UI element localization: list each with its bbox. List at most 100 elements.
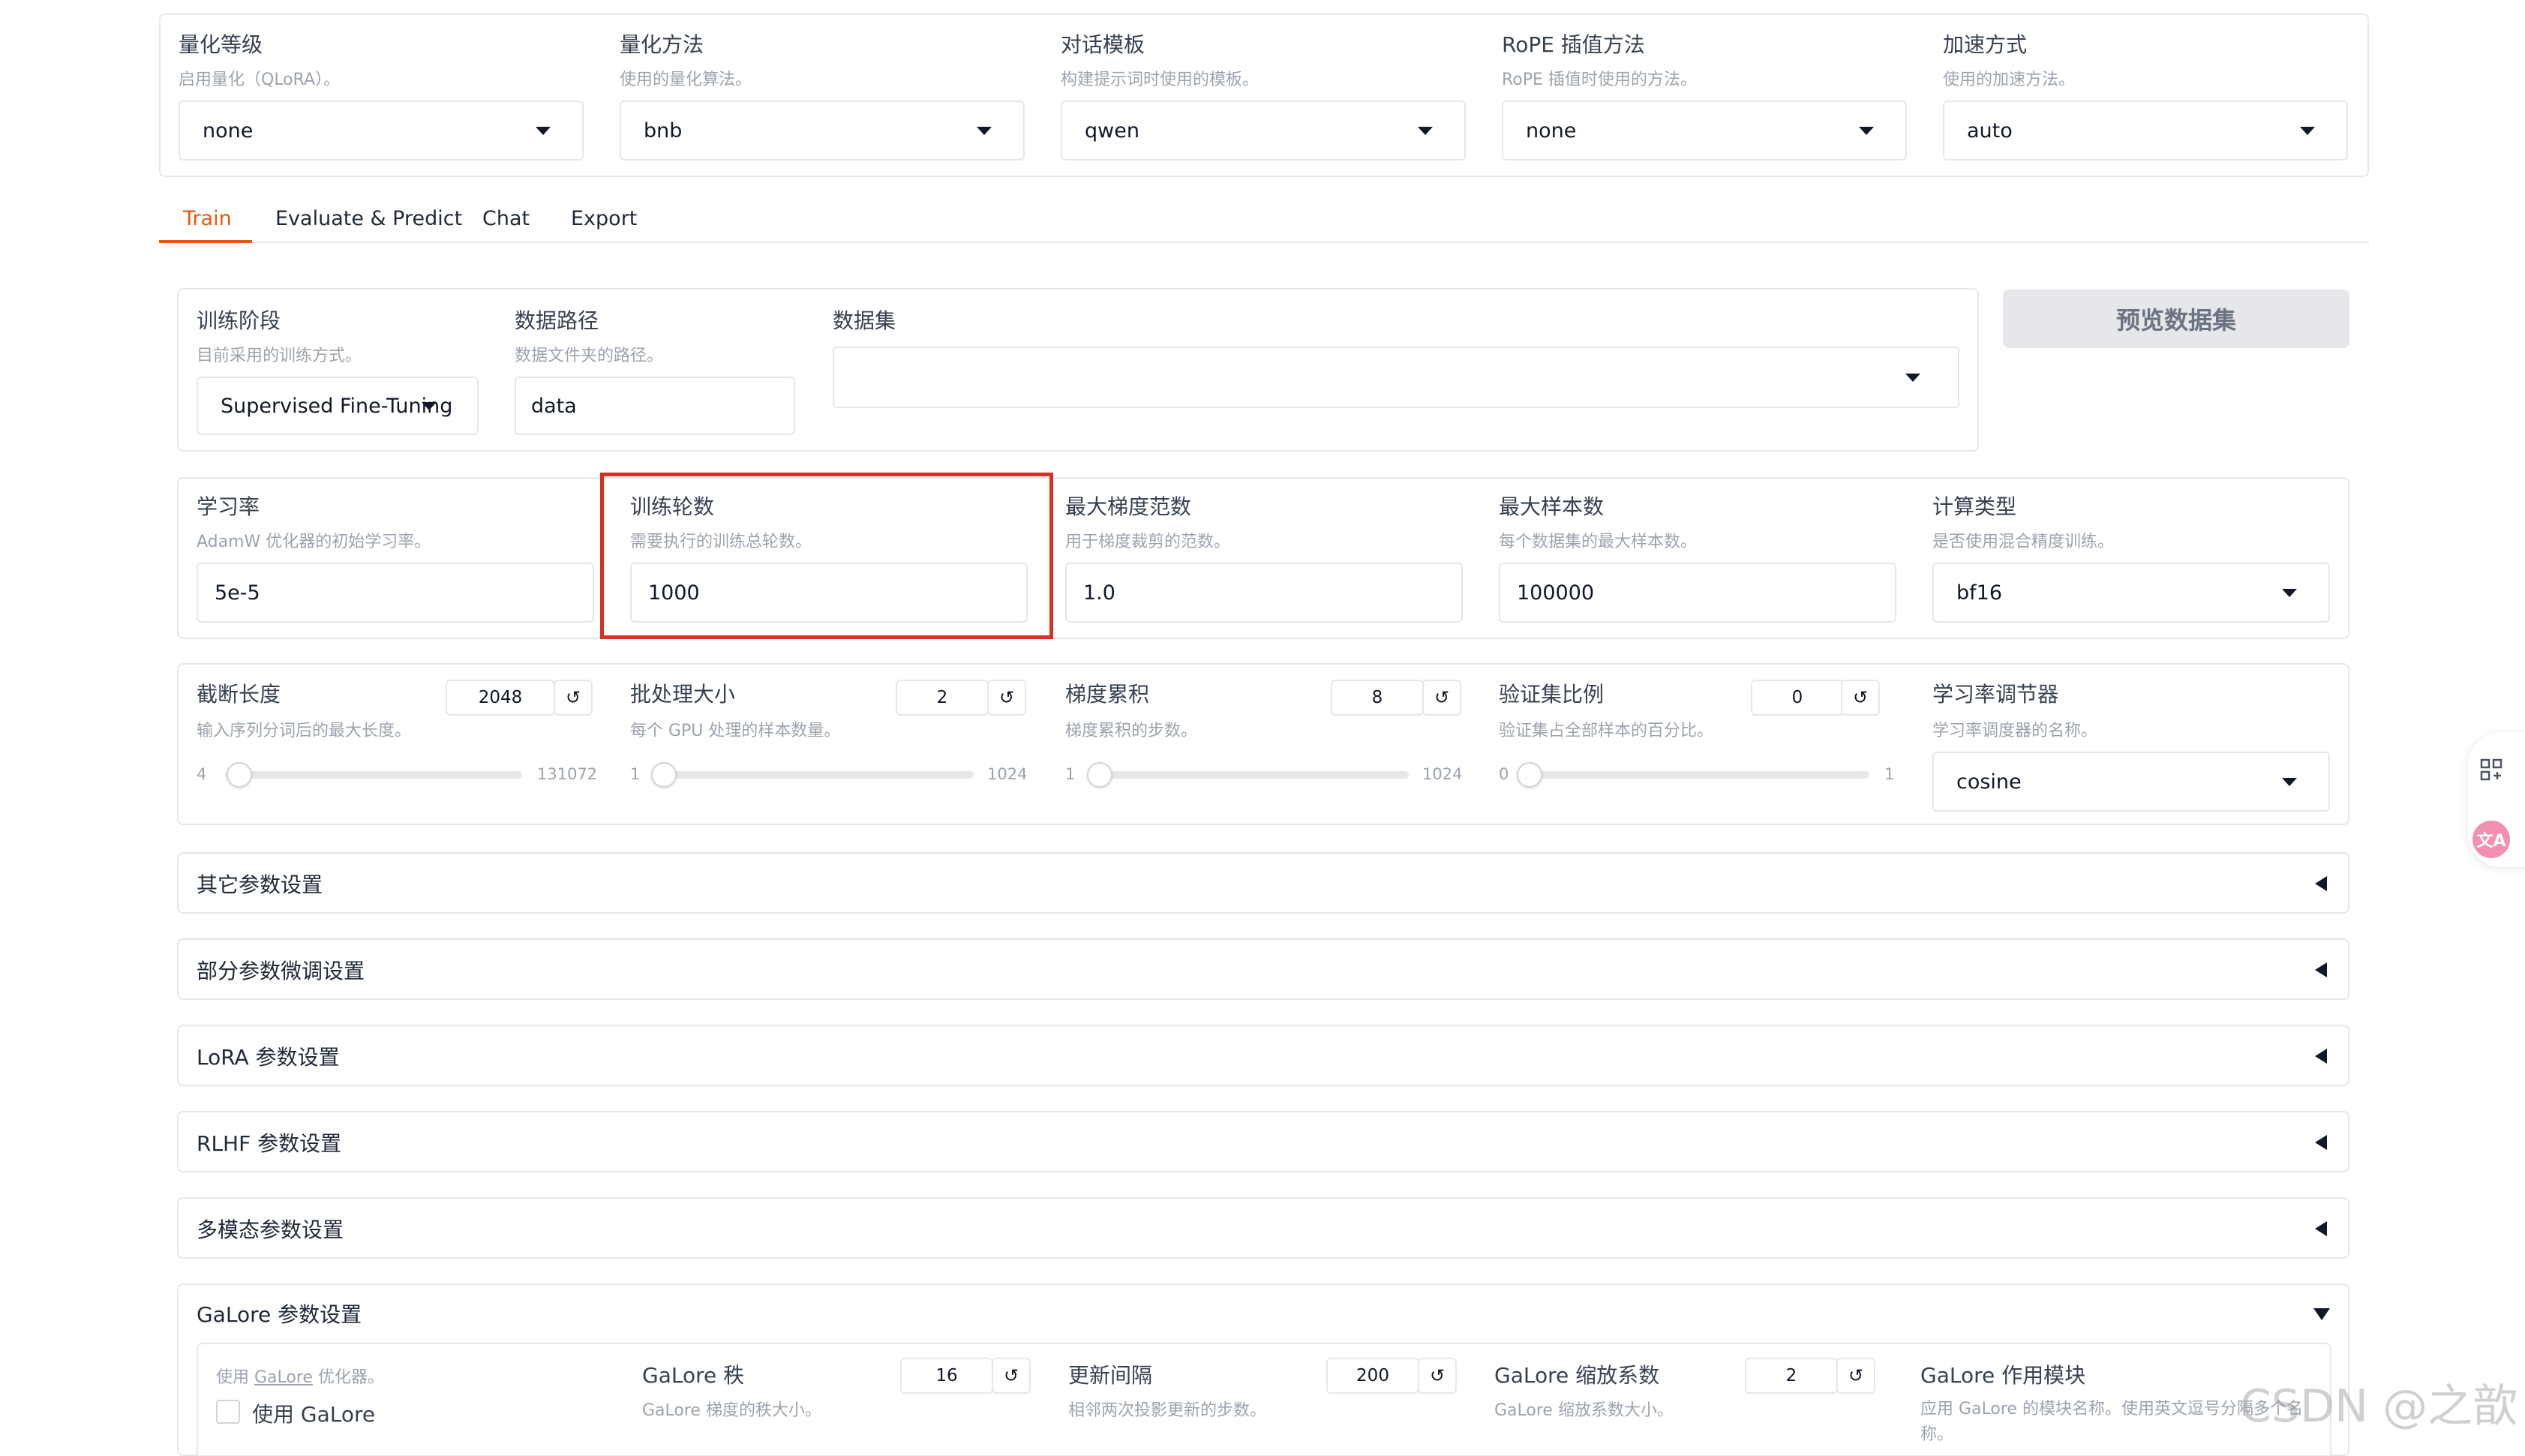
data-path-info: 数据文件夹的路径。 (515, 347, 664, 365)
use-galore-checkbox[interactable] (216, 1400, 240, 1424)
compute-type-info: 是否使用混合精度训练。 (1932, 533, 2115, 551)
galore-interval-info: 相邻两次投影更新的步数。 (1068, 1401, 1267, 1420)
cutoff-len-thumb[interactable] (226, 762, 252, 788)
quant-method-value: bnb (644, 119, 683, 143)
val-size-number[interactable]: 0 (1751, 680, 1844, 716)
quant-level-value: none (203, 119, 254, 143)
stage-label: 训练阶段 (197, 308, 281, 333)
chevron-down-icon (1859, 127, 1874, 135)
compute-type-select[interactable]: bf16 (1932, 563, 2330, 623)
cutoff-len-label: 截断长度 (197, 682, 281, 707)
max-samples-label: 最大样本数 (1499, 494, 1605, 519)
tab-train-underline (159, 240, 252, 243)
watermark: CSDN @之歆 (2240, 1380, 2518, 1433)
tab-chat[interactable]: Chat (482, 207, 530, 230)
galore-interval-reset-button[interactable]: ↺ (1418, 1358, 1457, 1394)
stage-info: 目前采用的训练方式。 (197, 347, 362, 365)
grad-accum-info: 梯度累积的步数。 (1065, 722, 1198, 740)
learning-rate-input[interactable]: 5e-5 (197, 563, 594, 623)
rope-info: RoPE 插值时使用的方法。 (1502, 71, 1697, 89)
use-galore-info-suffix: 优化器。 (312, 1368, 384, 1387)
galore-accordion-title[interactable]: GaLore 参数设置 (197, 1298, 362, 1328)
grad-accum-thumb[interactable] (1086, 762, 1112, 788)
epochs-label: 训练轮数 (630, 494, 715, 519)
booster-select[interactable]: auto (1943, 101, 2348, 161)
chevron-down-icon (536, 127, 551, 135)
tab-export[interactable]: Export (571, 207, 637, 230)
chevron-down-icon (2300, 127, 2315, 135)
galore-interval-number[interactable]: 200 (1326, 1358, 1419, 1394)
tab-evaluate-predict[interactable]: Evaluate & Predict (275, 207, 462, 230)
galore-rank-reset-button[interactable]: ↺ (992, 1358, 1031, 1394)
lr-scheduler-label: 学习率调节器 (1932, 682, 2059, 707)
max-samples-input[interactable]: 100000 (1499, 563, 1896, 623)
val-size-min: 0 (1499, 765, 1509, 783)
grad-accum-label: 梯度累积 (1065, 682, 1150, 707)
translate-icon[interactable]: 文A (2472, 821, 2510, 858)
learning-rate-info: AdamW 优化器的初始学习率。 (197, 533, 431, 551)
lr-scheduler-select[interactable]: cosine (1932, 752, 2330, 812)
batch-size-min: 1 (630, 765, 641, 783)
accordion-multimodal-settings[interactable]: 多模态参数设置 (177, 1197, 2349, 1259)
max-grad-norm-info: 用于梯度裁剪的范数。 (1065, 533, 1231, 551)
tab-train[interactable]: Train (183, 207, 232, 230)
accordion-lora-settings[interactable]: LoRA 参数设置 (177, 1025, 2349, 1086)
rope-select[interactable]: none (1502, 101, 1907, 161)
grad-accum-reset-button[interactable]: ↺ (1422, 680, 1461, 716)
caret-down-icon[interactable] (2313, 1308, 2330, 1320)
epochs-input[interactable]: 1000 (630, 563, 1028, 623)
cutoff-len-number[interactable]: 2048 (446, 680, 555, 716)
accordion-extra-settings[interactable]: 其它参数设置 (177, 852, 2349, 914)
galore-rank-number[interactable]: 16 (900, 1358, 993, 1394)
data-path-label: 数据路径 (515, 308, 599, 333)
chevron-down-icon (2282, 589, 2297, 597)
stage-select[interactable]: Supervised Fine-Tuning (197, 377, 479, 435)
caret-left-icon (2315, 1221, 2327, 1236)
data-path-input[interactable]: data (515, 377, 795, 435)
cutoff-len-info: 输入序列分词后的最大长度。 (197, 722, 412, 740)
val-size-thumb[interactable] (1517, 762, 1542, 788)
chevron-down-icon (977, 127, 992, 135)
grad-accum-min: 1 (1065, 765, 1076, 783)
preview-dataset-button[interactable]: 预览数据集 (2003, 290, 2349, 348)
use-galore-label: 使用 GaLore (252, 1402, 376, 1427)
accordion-title: LoRA 参数设置 (197, 1045, 340, 1070)
quant-level-select[interactable]: none (179, 101, 584, 161)
template-select[interactable]: qwen (1061, 101, 1466, 161)
max-samples-info: 每个数据集的最大样本数。 (1499, 533, 1698, 551)
galore-interval-label: 更新间隔 (1068, 1363, 1153, 1388)
batch-size-reset-button[interactable]: ↺ (987, 680, 1026, 716)
lr-scheduler-value: cosine (1956, 770, 2022, 794)
chevron-down-icon (422, 402, 437, 410)
cutoff-len-max: 131072 (537, 765, 598, 783)
reset-icon: ↺ (1852, 687, 1869, 708)
galore-scale-label: GaLore 缩放系数 (1494, 1363, 1660, 1388)
cutoff-len-track[interactable] (225, 771, 522, 779)
galore-link[interactable]: GaLore (254, 1368, 313, 1387)
reset-icon: ↺ (565, 687, 581, 708)
dataset-select[interactable] (833, 347, 1959, 408)
template-label: 对话模板 (1061, 32, 1145, 57)
val-size-reset-button[interactable]: ↺ (1841, 680, 1880, 716)
cutoff-len-reset-button[interactable]: ↺ (554, 680, 593, 716)
data-path-value: data (531, 394, 577, 418)
grad-accum-track[interactable] (1088, 771, 1409, 779)
accordion-freeze-settings[interactable]: 部分参数微调设置 (177, 938, 2349, 1000)
batch-size-number[interactable]: 2 (896, 680, 989, 716)
galore-scale-reset-button[interactable]: ↺ (1836, 1358, 1875, 1394)
grid-icon[interactable] (2480, 758, 2502, 781)
quant-level-label: 量化等级 (179, 32, 263, 57)
galore-scale-number[interactable]: 2 (1745, 1358, 1838, 1394)
galore-target-label: GaLore 作用模块 (1920, 1363, 2086, 1388)
accordion-rlhf-settings[interactable]: RLHF 参数设置 (177, 1111, 2349, 1172)
val-size-label: 验证集比例 (1499, 682, 1605, 707)
reset-icon: ↺ (1848, 1365, 1864, 1386)
max-grad-norm-input[interactable]: 1.0 (1065, 563, 1463, 623)
template-value: qwen (1085, 119, 1139, 143)
batch-size-track[interactable] (654, 771, 974, 779)
val-size-track[interactable] (1520, 771, 1869, 779)
chevron-down-icon (1418, 127, 1433, 135)
batch-size-max: 1024 (987, 765, 1028, 783)
quant-method-select[interactable]: bnb (620, 101, 1025, 161)
grad-accum-number[interactable]: 8 (1331, 680, 1424, 716)
